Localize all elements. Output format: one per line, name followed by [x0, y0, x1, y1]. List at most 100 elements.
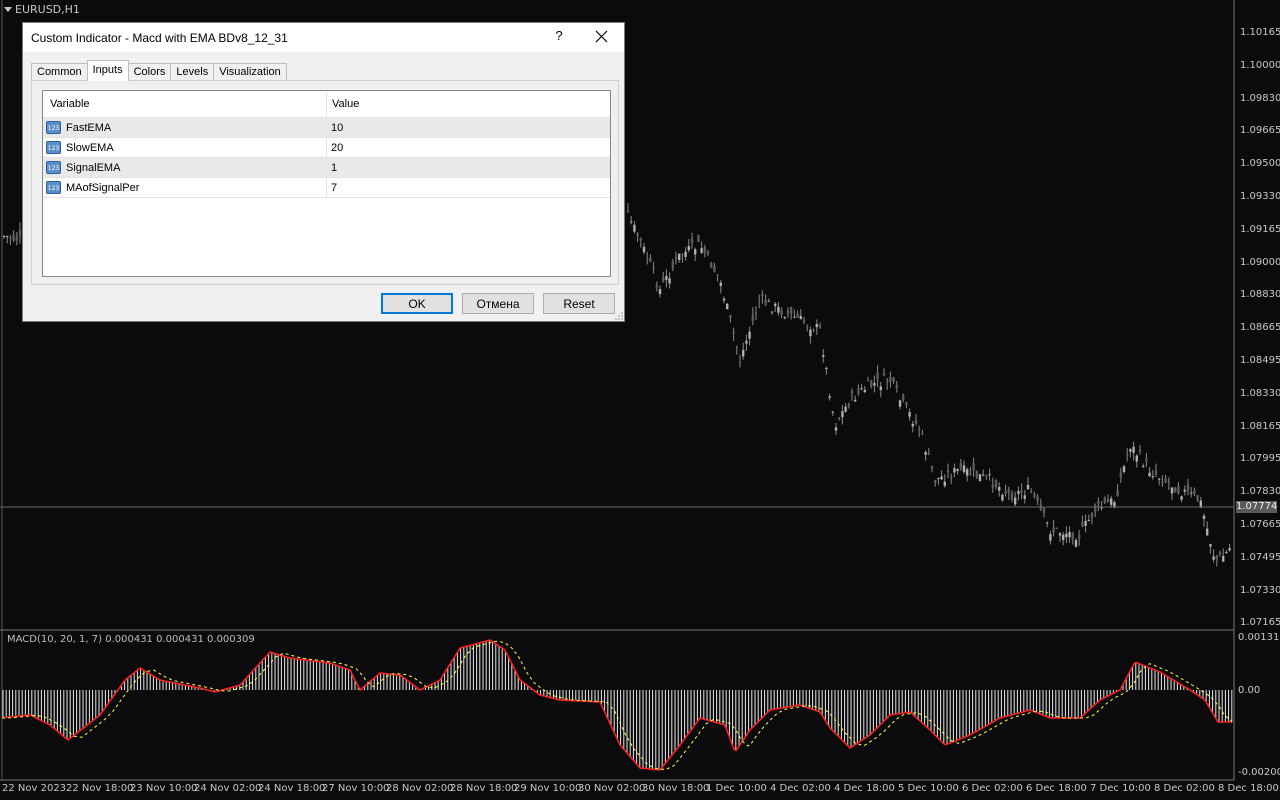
candle-body: [902, 394, 905, 400]
variable-value[interactable]: 7: [331, 182, 337, 194]
time-tick-label: 28 Nov 18:00: [450, 783, 518, 794]
candle-body: [930, 465, 934, 469]
candle-body: [1122, 466, 1126, 473]
close-icon[interactable]: [593, 28, 611, 46]
reset-button[interactable]: Reset: [543, 293, 615, 314]
candle-body: [694, 249, 697, 255]
column-divider[interactable]: [326, 91, 327, 117]
candle-body: [895, 384, 898, 389]
tab-colors[interactable]: Colors: [127, 63, 172, 81]
candle-body: [844, 406, 847, 412]
candle-body: [1058, 533, 1062, 536]
cell-divider: [326, 178, 327, 198]
ok-button[interactable]: OK: [381, 293, 453, 314]
candle-body: [783, 317, 786, 319]
table-header: Variable Value: [43, 91, 610, 118]
candle-body: [1087, 519, 1090, 521]
candle-body: [636, 233, 639, 236]
candle-body: [825, 367, 828, 370]
time-tick-label: 8 Dec 02:00: [1154, 783, 1215, 794]
variable-name: SignalEMA: [66, 162, 121, 174]
dropdown-triangle-icon[interactable]: [4, 7, 12, 12]
price-tick-label: 1.09000: [1240, 256, 1280, 268]
time-tick-label: 24 Nov 02:00: [194, 783, 262, 794]
candle-body: [1026, 485, 1030, 490]
table-row[interactable]: 123 MAofSignalPer 7: [43, 178, 610, 198]
candle-body: [626, 210, 630, 212]
candle-body: [1097, 501, 1100, 504]
candle-body: [1193, 490, 1196, 495]
dialog-title-bar[interactable]: Custom Indicator - Macd with EMA BDv8_12…: [23, 23, 624, 52]
table-row[interactable]: 123 SignalEMA 1: [43, 158, 610, 178]
candle-body: [681, 254, 684, 256]
candle-body: [706, 251, 710, 254]
candle-body: [719, 282, 722, 286]
variable-name: FastEMA: [66, 122, 112, 134]
candle-body: [1001, 494, 1004, 501]
candle-body: [1062, 534, 1065, 540]
tab-visualization[interactable]: Visualization: [213, 63, 287, 81]
integer-type-icon: 123: [46, 141, 61, 154]
candle-body: [758, 301, 761, 303]
candle-body: [652, 267, 655, 269]
candle-body: [1206, 528, 1209, 536]
resize-grip-icon[interactable]: [615, 312, 623, 320]
variable-value[interactable]: 10: [331, 122, 343, 134]
candle-body: [831, 411, 834, 413]
variable-value[interactable]: 20: [331, 142, 343, 154]
table-row[interactable]: 123 SlowEMA 20: [43, 138, 610, 158]
candle-body: [1174, 487, 1177, 493]
table-row[interactable]: 123 FastEMA 10: [43, 118, 610, 138]
candle-body: [738, 361, 742, 363]
candle-body: [1084, 521, 1087, 526]
candle-body: [1042, 508, 1046, 513]
candle-body: [991, 484, 994, 488]
candle-body: [630, 221, 633, 223]
indicator-label: MACD(10, 20, 1, 7) 0.000431 0.000431 0.0…: [7, 634, 255, 645]
variable-value[interactable]: 1: [331, 162, 337, 174]
help-button[interactable]: ?: [551, 28, 567, 46]
candle-body: [742, 349, 745, 357]
price-tick-label: 1.10165: [1240, 27, 1280, 38]
integer-type-icon: 123: [46, 181, 61, 194]
cancel-button[interactable]: Отмена: [462, 293, 534, 314]
candle-body: [2, 235, 6, 237]
candle-body: [18, 229, 22, 237]
column-value[interactable]: Value: [332, 98, 359, 110]
tab-common[interactable]: Common: [31, 63, 88, 81]
candle-body: [806, 326, 809, 328]
candle-body: [799, 315, 802, 320]
candle-body: [914, 420, 918, 424]
candle-body: [662, 277, 665, 282]
price-tick-label: 1.08665: [1240, 322, 1280, 334]
tab-levels[interactable]: Levels: [170, 63, 215, 81]
candle-body: [1222, 556, 1225, 562]
column-variable[interactable]: Variable: [50, 98, 90, 110]
candle-body: [649, 257, 652, 262]
candle-body: [716, 274, 719, 276]
candle-body: [1154, 470, 1158, 475]
candle-body: [866, 380, 870, 382]
variable-name: MAofSignalPer: [66, 182, 140, 194]
candle-body: [678, 253, 681, 260]
candle-body: [735, 346, 738, 348]
candle-body: [767, 300, 770, 302]
candle-body: [1129, 449, 1132, 452]
candle-body: [1180, 496, 1183, 500]
candle-body: [710, 262, 713, 269]
candle-body: [857, 388, 860, 394]
symbol-label[interactable]: EURUSD,H1: [4, 3, 80, 16]
candle-body: [850, 391, 854, 394]
candle-body: [1004, 490, 1007, 494]
candle-body: [1007, 489, 1010, 493]
candle-body: [690, 238, 694, 244]
candle-body: [994, 480, 998, 487]
price-tick-label: 1.07330: [1240, 584, 1280, 596]
tab-inputs[interactable]: Inputs: [86, 60, 129, 81]
candle-body: [726, 303, 729, 310]
candle-body: [774, 303, 777, 307]
candle-body: [745, 340, 748, 344]
candle-body: [1212, 556, 1215, 560]
candle-body: [1071, 532, 1074, 540]
candle-body: [722, 298, 726, 301]
